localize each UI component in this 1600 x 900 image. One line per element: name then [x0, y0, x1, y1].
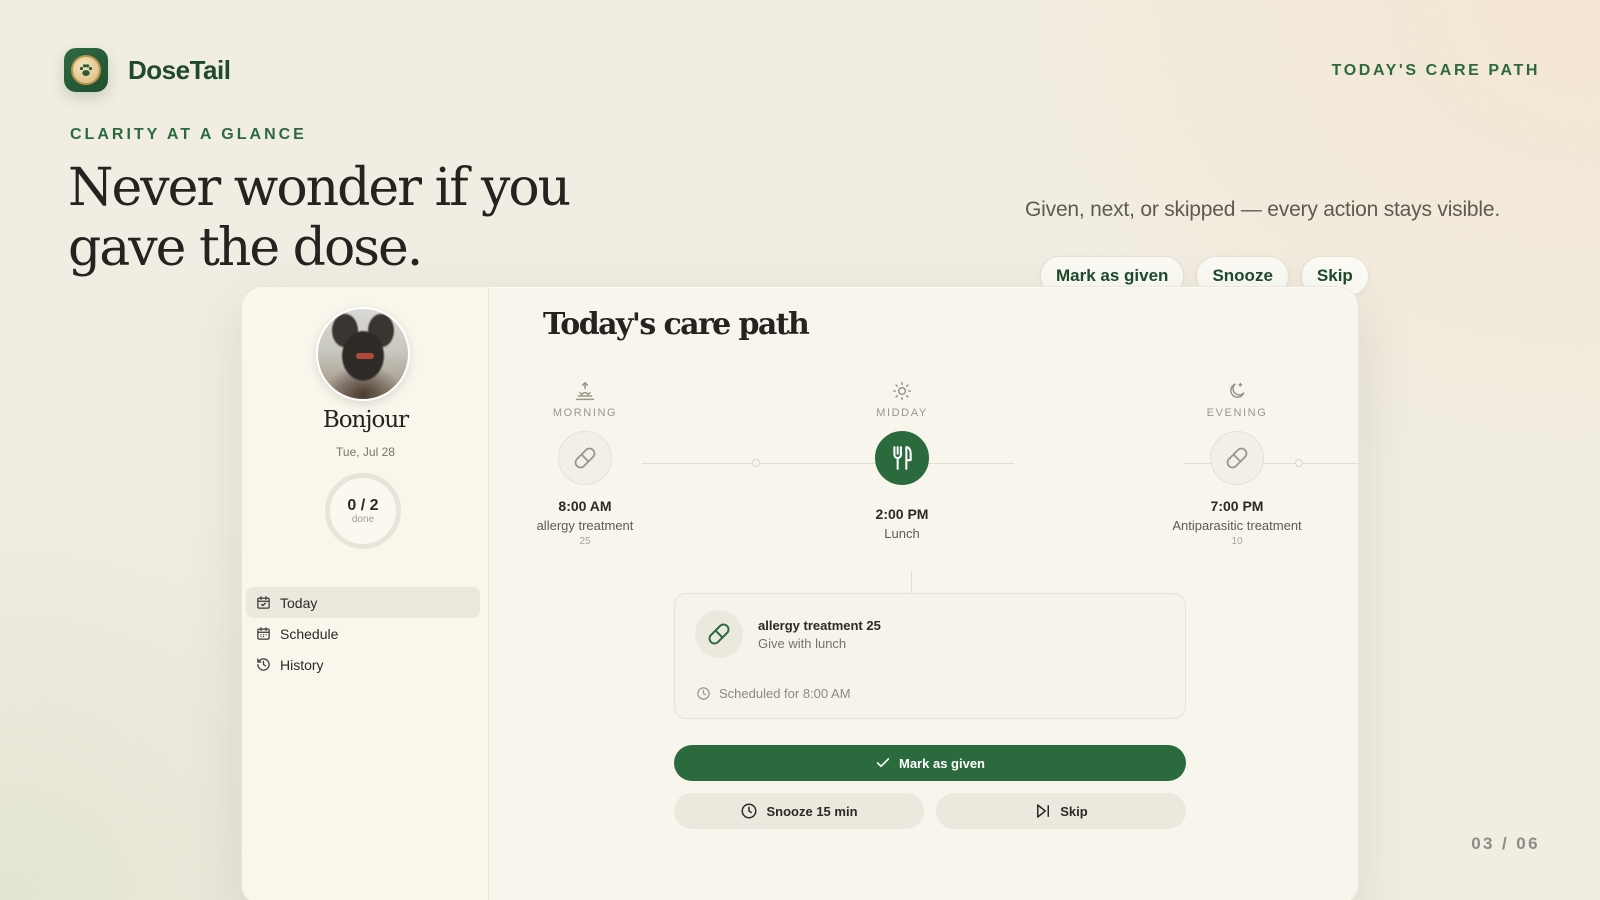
check-icon: [876, 758, 890, 768]
brand-name: DoseTail: [128, 54, 231, 85]
hero-eyebrow: CLARITY AT A GLANCE: [70, 126, 307, 143]
history-icon: [257, 658, 270, 671]
pill-icon: [574, 447, 596, 469]
todays-care-path-link[interactable]: TODAY'S CARE PATH: [1332, 62, 1540, 80]
clock-icon: [741, 803, 757, 819]
dose-amount: 25: [579, 536, 591, 547]
detail-connector: [911, 571, 912, 593]
detail-note: Give with lunch: [758, 636, 847, 651]
current-date: Tue, Jul 28: [336, 445, 395, 459]
sidebar-item-today[interactable]: Today: [246, 587, 480, 618]
scheduled-time: Scheduled for 8:00 AM: [719, 686, 851, 701]
detail-schedule: Scheduled for 8:00 AM: [696, 686, 851, 701]
fork-knife-icon: [893, 446, 912, 470]
paw-icon: [71, 55, 101, 85]
meal-node[interactable]: [875, 431, 929, 485]
brand[interactable]: DoseTail: [64, 48, 231, 92]
sidebar-item-history[interactable]: History: [246, 649, 480, 680]
dose-medication: allergy treatment: [536, 518, 634, 533]
skip-label: Skip: [1060, 803, 1088, 819]
slot-morning[interactable]: MORNING 8:00 AM allergy treatment 25: [495, 381, 675, 547]
dose-time: 7:00 PM: [1210, 498, 1264, 514]
snooze-button[interactable]: Snooze 15 min: [674, 793, 924, 829]
skip-button[interactable]: Skip: [936, 793, 1186, 829]
timeline-dot: [752, 459, 760, 467]
dose-medication: Antiparasitic treatment: [1172, 518, 1302, 533]
slot-midday[interactable]: MIDDAY 2:00 PM Lunch: [812, 381, 992, 541]
sun-icon: [812, 381, 992, 403]
hero-headline: Never wonder if you gave the dose.: [68, 158, 571, 278]
sidebar: Bonjour Tue, Jul 28 0 / 2 done Today Sch…: [242, 287, 489, 900]
timeline: MORNING 8:00 AM allergy treatment 25 MID…: [502, 381, 1358, 571]
sidebar-nav: Today Schedule History: [246, 587, 480, 680]
period-label: MORNING: [552, 407, 618, 419]
progress-value: 0 / 2: [347, 496, 379, 514]
clock-icon: [697, 687, 710, 700]
meal-label: Lunch: [884, 526, 920, 541]
mark-as-given-button[interactable]: Mark as given: [674, 745, 1186, 781]
dose-detail-card: allergy treatment 25 Give with lunch Sch…: [674, 593, 1186, 719]
mark-as-given-label: Mark as given: [899, 755, 985, 771]
pill-icon: [708, 623, 730, 645]
app-logo: [64, 48, 108, 92]
calendar-check-icon: [257, 596, 270, 609]
slot-evening[interactable]: EVENING 7:00 PM Antiparasitic treatment …: [1147, 381, 1327, 547]
progress-label: done: [351, 513, 375, 525]
dose-amount: 10: [1231, 536, 1243, 547]
greeting: Bonjour: [322, 407, 409, 433]
pill-badge: [695, 610, 743, 658]
dose-node[interactable]: [558, 431, 612, 485]
app-window: Bonjour Tue, Jul 28 0 / 2 done Today Sch…: [241, 286, 1359, 900]
sunrise-icon: [495, 381, 675, 403]
detail-medication-name: allergy treatment 25: [758, 618, 881, 633]
skip-icon: [1037, 804, 1050, 818]
sidebar-item-label: History: [280, 656, 324, 673]
page-indicator: 03 / 06: [1471, 834, 1540, 853]
period-label: EVENING: [1206, 407, 1268, 419]
dose-node[interactable]: [1210, 431, 1264, 485]
sidebar-item-schedule[interactable]: Schedule: [246, 618, 480, 649]
pill-icon: [1226, 447, 1248, 469]
progress-ring: 0 / 2 done: [325, 473, 401, 549]
calendar-grid-icon: [257, 627, 270, 640]
meal-time: 2:00 PM: [875, 506, 929, 522]
care-path-title: Today's care path: [543, 307, 810, 342]
sidebar-item-label: Today: [280, 594, 318, 611]
moon-icon: [1147, 381, 1327, 403]
dose-time: 8:00 AM: [558, 498, 612, 514]
period-label: MIDDAY: [876, 407, 928, 419]
snooze-label: Snooze 15 min: [766, 803, 858, 819]
sidebar-item-label: Schedule: [280, 625, 339, 642]
pet-avatar[interactable]: [316, 307, 410, 401]
hero-subtitle: Given, next, or skipped — every action s…: [1025, 198, 1500, 221]
